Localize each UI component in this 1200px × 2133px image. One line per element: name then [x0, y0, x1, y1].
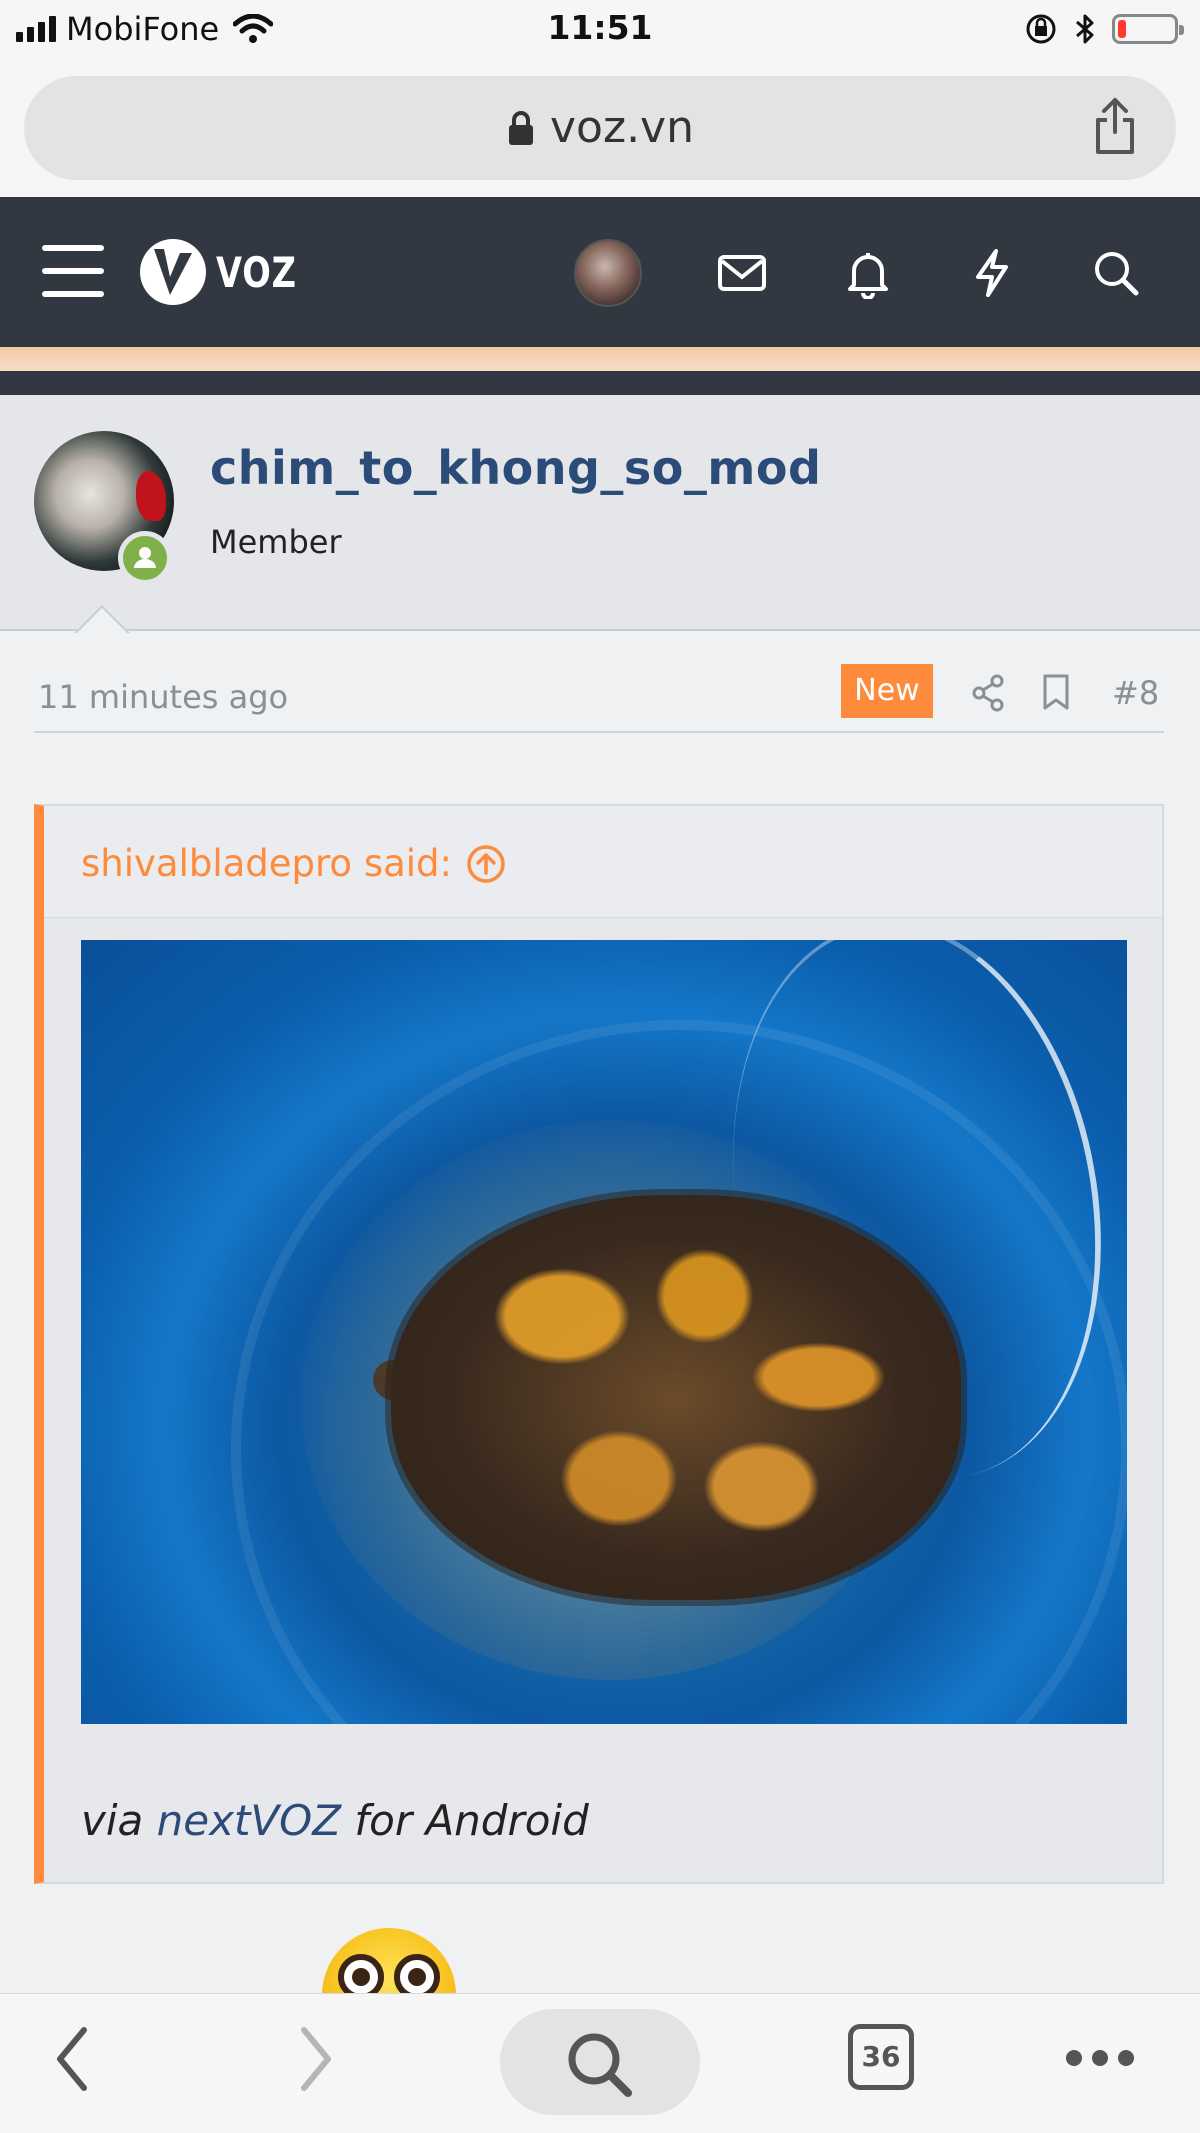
browser-toolbar: 36	[0, 1993, 1200, 2133]
forward-icon[interactable]	[296, 2024, 336, 2094]
user-title: Member	[210, 523, 342, 561]
menu-icon[interactable]	[42, 245, 104, 297]
search-button[interactable]	[500, 2009, 700, 2115]
search-icon	[568, 2033, 632, 2097]
lightning-icon[interactable]	[966, 247, 1018, 299]
bluetooth-icon	[1076, 14, 1094, 44]
share-post-icon[interactable]	[970, 672, 1006, 714]
online-status-icon	[118, 531, 172, 585]
lock-icon	[509, 110, 534, 145]
site-navbar: VOZ	[0, 197, 1200, 347]
clock: 11:51	[547, 8, 653, 47]
meta-divider	[34, 731, 1164, 733]
nextvoz-link[interactable]: nextVOZ	[157, 1796, 341, 1845]
url-text: voz.vn	[550, 102, 694, 153]
via-prefix: via	[81, 1796, 144, 1845]
status-bar: MobiFone 11:51	[0, 0, 1200, 62]
header-pointer	[70, 601, 134, 633]
turtle-photo[interactable]	[81, 940, 1127, 1724]
orientation-lock-icon	[1026, 14, 1056, 44]
post-user-header: chim_to_khong_so_mod Member	[0, 395, 1200, 631]
signature: via nextVOZ for Android	[81, 1796, 589, 1845]
logo-text: VOZ	[216, 247, 297, 297]
bookmark-icon[interactable]	[1040, 672, 1072, 714]
tabs-button[interactable]: 36	[848, 2024, 914, 2090]
bell-icon[interactable]	[842, 247, 894, 299]
battery-icon	[1112, 14, 1184, 44]
quote-author-link[interactable]: shivalbladepro said:	[81, 842, 506, 885]
quote-header: shivalbladepro said:	[44, 806, 1162, 918]
post-number-link[interactable]: #8	[1112, 674, 1159, 712]
nav-accent-strip	[0, 347, 1200, 371]
quote-block: shivalbladepro said: via nextVOZ for And…	[34, 804, 1164, 1884]
quote-author-label: shivalbladepro said:	[81, 842, 453, 885]
new-badge: New	[841, 664, 933, 718]
nav-divider	[0, 371, 1200, 395]
address-bar[interactable]: voz.vn	[24, 76, 1176, 180]
voz-logo-icon	[140, 239, 206, 305]
back-icon[interactable]	[52, 2024, 92, 2094]
site-logo[interactable]: VOZ	[140, 239, 317, 305]
username-link[interactable]: chim_to_khong_so_mod	[210, 441, 821, 495]
inbox-icon[interactable]	[716, 247, 768, 299]
search-icon[interactable]	[1090, 247, 1142, 299]
account-avatar[interactable]	[574, 239, 642, 307]
more-icon[interactable]	[1066, 2050, 1134, 2066]
post-timestamp[interactable]: 11 minutes ago	[38, 678, 288, 716]
arrow-up-circle-icon[interactable]	[466, 844, 506, 884]
share-icon[interactable]	[1092, 96, 1138, 156]
browser-address-area: voz.vn	[0, 62, 1200, 197]
via-suffix: for Android	[354, 1796, 589, 1845]
